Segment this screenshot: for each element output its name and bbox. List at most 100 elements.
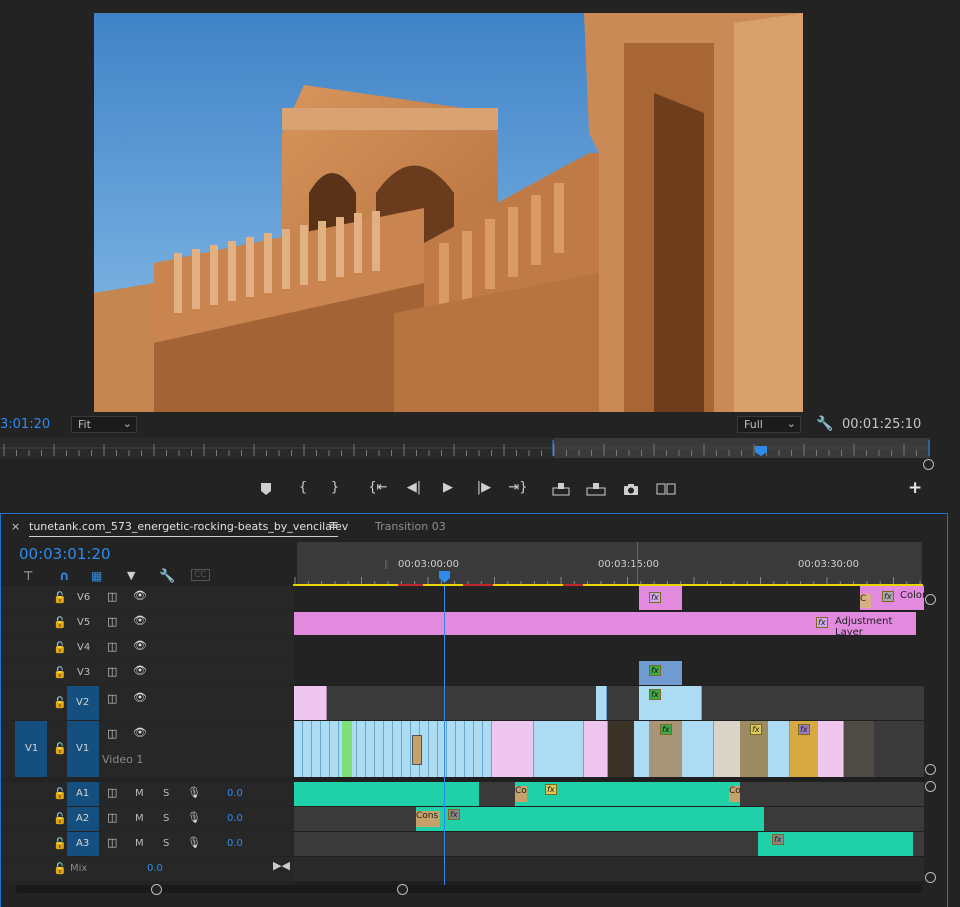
lock-icon[interactable]: 🔓: [53, 862, 67, 875]
track-target-v2[interactable]: V2: [67, 686, 99, 720]
clip-v1-thumb-4[interactable]: fx: [740, 721, 768, 777]
add-marker-button[interactable]: [260, 482, 272, 496]
clip-v1-thumb-3[interactable]: [714, 721, 740, 777]
linked-selection-icon[interactable]: ▦: [91, 569, 102, 583]
snap-icon[interactable]: ∩: [59, 569, 70, 584]
lock-icon[interactable]: 🔓: [53, 696, 67, 709]
eye-icon[interactable]: 👁: [133, 614, 147, 627]
eye-icon[interactable]: 👁: [133, 664, 147, 677]
eye-icon[interactable]: 👁: [133, 726, 147, 739]
track-target-a1[interactable]: A1: [67, 782, 99, 806]
fit-dropdown[interactable]: Fit ⌄: [71, 416, 137, 433]
volume-a2[interactable]: 0.0: [227, 813, 243, 824]
clip-v5-adjustment-layer[interactable]: fx Adjustment Layer: [294, 612, 916, 638]
scroll-handle-left[interactable]: [151, 884, 162, 895]
clip-v3[interactable]: fx: [639, 661, 682, 685]
eye-icon[interactable]: 👁: [133, 639, 147, 652]
track-target-v1[interactable]: V1: [67, 721, 99, 777]
step-back-button[interactable]: ◀|: [404, 479, 424, 497]
sequence-timecode[interactable]: 00:03:01:20: [19, 545, 111, 563]
microphone-icon[interactable]: 🎙: [187, 836, 201, 849]
nest-icon[interactable]: ⊤: [23, 569, 33, 583]
film-sync-icon[interactable]: ◫: [107, 727, 117, 740]
lock-icon[interactable]: 🔓: [53, 837, 67, 850]
clip-a2-1[interactable]: Cons fx: [416, 807, 764, 831]
clip-v2-pink[interactable]: [294, 686, 327, 720]
add-marker-icon[interactable]: ▼: [127, 569, 135, 582]
clip-a1-2[interactable]: Co fx Co: [515, 782, 741, 806]
film-sync-icon[interactable]: ◫: [107, 590, 117, 603]
solo-button[interactable]: S: [163, 838, 169, 849]
clip-v1-e[interactable]: [768, 721, 790, 777]
clip-v1-pink-2[interactable]: [584, 721, 608, 777]
wrench-icon[interactable]: 🔧: [816, 416, 833, 432]
playhead-timecode[interactable]: 3:01:20: [0, 417, 50, 432]
mark-out-button[interactable]: }: [325, 479, 345, 497]
film-sync-icon[interactable]: ◫: [107, 692, 117, 705]
clip-v1-d[interactable]: [682, 721, 714, 777]
extract-button[interactable]: [586, 482, 606, 496]
film-sync-icon[interactable]: ◫: [107, 665, 117, 678]
clip-a3-1[interactable]: fx: [758, 832, 913, 856]
go-to-end-icon[interactable]: ▶◀: [273, 859, 290, 872]
camera-icon[interactable]: [623, 482, 639, 496]
film-sync-icon[interactable]: ◫: [107, 811, 117, 824]
video-scroll-handle-bottom[interactable]: [925, 764, 936, 775]
monitor-time-ruler[interactable]: [0, 438, 930, 458]
clip-v1-thumb-6[interactable]: [844, 721, 874, 777]
solo-button[interactable]: S: [163, 788, 169, 799]
play-button[interactable]: ▶: [438, 479, 458, 497]
microphone-icon[interactable]: 🎙: [187, 811, 201, 824]
playback-resolution-dropdown[interactable]: Full ⌄: [737, 416, 801, 433]
compare-view-button[interactable]: [656, 483, 676, 495]
volume-a3[interactable]: 0.0: [227, 838, 243, 849]
audio-scroll-handle-bottom[interactable]: [925, 872, 936, 883]
microphone-icon[interactable]: 🎙: [187, 786, 201, 799]
clip-v1-pink-1[interactable]: [492, 721, 534, 777]
mute-button[interactable]: M: [135, 838, 144, 849]
go-to-out-button[interactable]: ⇥}: [508, 479, 528, 497]
settings-wrench-icon[interactable]: 🔧: [159, 569, 175, 584]
clip-v2-a[interactable]: [596, 686, 607, 720]
add-button[interactable]: +: [908, 478, 922, 498]
captions-icon[interactable]: CC: [191, 569, 210, 581]
clip-v1-thumb-1[interactable]: [608, 721, 634, 777]
film-sync-icon[interactable]: ◫: [107, 615, 117, 628]
mark-in-button[interactable]: {: [293, 479, 313, 497]
tab-sequence[interactable]: tunetank.com_573_energetic-rocking-beats…: [29, 520, 348, 533]
scroll-handle-right[interactable]: [397, 884, 408, 895]
go-to-in-button[interactable]: {⇤: [368, 479, 388, 497]
mute-button[interactable]: M: [135, 813, 144, 824]
clip-v2-b[interactable]: fx: [639, 686, 702, 720]
mute-button[interactable]: M: [135, 788, 144, 799]
clip-v1-green[interactable]: [342, 721, 352, 777]
clip-v1-b[interactable]: [534, 721, 584, 777]
audio-scroll-handle-top[interactable]: [925, 781, 936, 792]
eye-icon[interactable]: 👁: [133, 691, 147, 704]
step-forward-button[interactable]: |▶: [474, 479, 494, 497]
clip-v1-sequence-1[interactable]: [294, 721, 494, 777]
clip-v6-adjustment[interactable]: fx: [639, 586, 682, 610]
video-scroll-handle-top[interactable]: [925, 594, 936, 605]
lock-icon[interactable]: 🔓: [53, 742, 67, 755]
volume-a1[interactable]: 0.0: [227, 788, 243, 799]
lock-icon[interactable]: 🔓: [53, 666, 67, 679]
playhead-handle[interactable]: [438, 570, 452, 584]
track-target-a2[interactable]: A2: [67, 807, 99, 831]
volume-mix[interactable]: 0.0: [147, 863, 163, 874]
film-sync-icon[interactable]: ◫: [107, 836, 117, 849]
transition-marker[interactable]: [412, 735, 422, 765]
clip-v1-c[interactable]: [634, 721, 650, 777]
lock-icon[interactable]: 🔓: [53, 787, 67, 800]
lift-button[interactable]: [552, 482, 570, 496]
tab-menu-icon[interactable]: ≡: [328, 518, 339, 533]
source-patch-v1[interactable]: V1: [15, 721, 47, 777]
tab-transition-03[interactable]: Transition 03: [375, 520, 446, 533]
film-sync-icon[interactable]: ◫: [107, 786, 117, 799]
solo-button[interactable]: S: [163, 813, 169, 824]
track-target-a3[interactable]: A3: [67, 832, 99, 856]
film-sync-icon[interactable]: ◫: [107, 640, 117, 653]
clip-v1-pink-3[interactable]: [818, 721, 844, 777]
lock-icon[interactable]: 🔓: [53, 641, 67, 654]
clip-a1-1[interactable]: [294, 782, 479, 806]
